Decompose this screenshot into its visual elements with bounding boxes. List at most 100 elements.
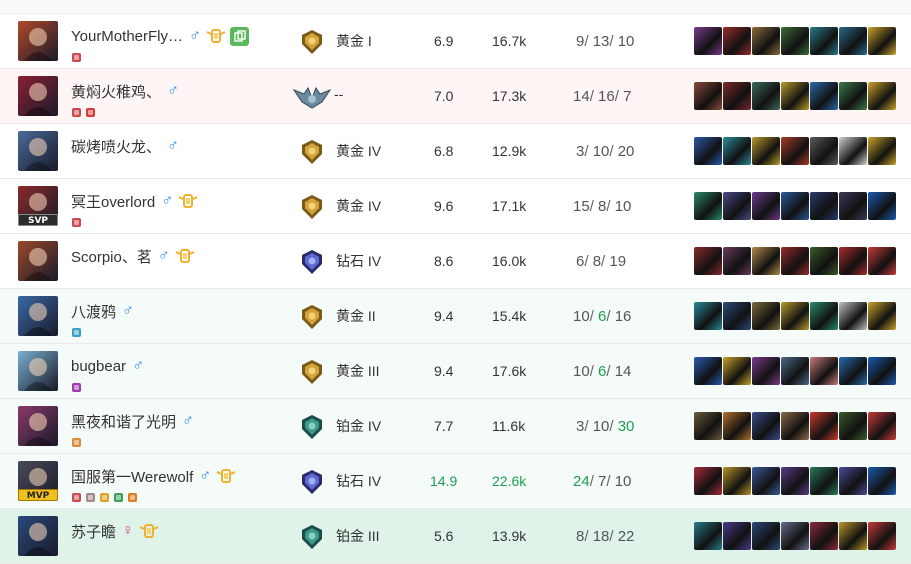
player-row[interactable]: 八渡鸦 ♂ 黄金 II 9.4 15.4k 10/ 6/ 16 xyxy=(0,289,911,344)
item-slot[interactable] xyxy=(723,27,751,55)
player-row[interactable]: YourMotherFly… ♂ 黄金 I 6.9 16.7k 9/ 13/ 10 xyxy=(0,14,911,69)
item-slot[interactable] xyxy=(781,467,809,495)
item-slot[interactable] xyxy=(810,27,838,55)
item-slot[interactable] xyxy=(781,137,809,165)
item-slot[interactable] xyxy=(781,302,809,330)
item-slot[interactable] xyxy=(694,357,722,385)
item-slot[interactable] xyxy=(723,357,751,385)
item-slot[interactable] xyxy=(752,357,780,385)
item-slot[interactable] xyxy=(868,357,896,385)
item-slot[interactable] xyxy=(694,467,722,495)
item-slot[interactable] xyxy=(781,82,809,110)
item-slot[interactable] xyxy=(839,82,867,110)
item-slot[interactable] xyxy=(781,357,809,385)
item-slot[interactable] xyxy=(781,412,809,440)
player-name[interactable]: 八渡鸦 xyxy=(71,301,116,322)
player-name[interactable]: 黑夜和谐了光明 xyxy=(71,411,176,432)
player-name[interactable]: 碳烤喷火龙、 xyxy=(71,136,161,157)
player-row[interactable]: SVP 冥王overlord ♂ 黄金 IV 9.6 17.1k 15/ 8/ 10 xyxy=(0,179,911,234)
item-slot[interactable] xyxy=(752,302,780,330)
item-slot[interactable] xyxy=(839,137,867,165)
item-slot[interactable] xyxy=(723,247,751,275)
item-slot[interactable] xyxy=(868,247,896,275)
item-slot[interactable] xyxy=(839,27,867,55)
item-slot[interactable] xyxy=(752,137,780,165)
item-slot[interactable] xyxy=(810,247,838,275)
item-slot[interactable] xyxy=(723,302,751,330)
player-row[interactable]: bugbear ♂ 黄金 III 9.4 17.6k 10/ 6/ 14 xyxy=(0,344,911,399)
item-slot[interactable] xyxy=(810,357,838,385)
item-slot[interactable] xyxy=(781,27,809,55)
item-slot[interactable] xyxy=(810,302,838,330)
item-slot[interactable] xyxy=(781,522,809,550)
player-name[interactable]: YourMotherFly… xyxy=(71,28,183,45)
honor-icon xyxy=(206,28,226,45)
item-slot[interactable] xyxy=(810,522,838,550)
player-row[interactable]: 黑夜和谐了光明 ♂ 铂金 IV 7.7 11.6k 3/ 10/ 30 xyxy=(0,399,911,454)
player-name[interactable]: Scorpio、茗 xyxy=(71,246,152,267)
item-slot[interactable] xyxy=(694,247,722,275)
player-row[interactable]: Scorpio、茗 ♂ 钻石 IV 8.6 16.0k 6/ 8/ 19 xyxy=(0,234,911,289)
item-slot[interactable] xyxy=(723,522,751,550)
player-name[interactable]: 冥王overlord xyxy=(71,191,155,212)
item-slot[interactable] xyxy=(752,247,780,275)
item-slot[interactable] xyxy=(694,137,722,165)
item-slot[interactable] xyxy=(810,467,838,495)
item-slot[interactable] xyxy=(723,137,751,165)
item-slot[interactable] xyxy=(752,522,780,550)
item-slot[interactable] xyxy=(810,82,838,110)
damage-value: 13.9k xyxy=(492,528,527,544)
player-name[interactable]: 黄焖火稚鸡、 xyxy=(71,81,161,102)
item-slot[interactable] xyxy=(868,467,896,495)
item-slot[interactable] xyxy=(694,412,722,440)
item-slot[interactable] xyxy=(694,302,722,330)
item-slot[interactable] xyxy=(839,192,867,220)
item-slot[interactable] xyxy=(839,302,867,330)
item-slot[interactable] xyxy=(839,467,867,495)
item-slot[interactable] xyxy=(752,412,780,440)
item-slot[interactable] xyxy=(694,192,722,220)
kda-deaths: 16 xyxy=(598,88,615,105)
item-slot[interactable] xyxy=(839,247,867,275)
item-slot[interactable] xyxy=(694,82,722,110)
item-slot[interactable] xyxy=(723,467,751,495)
player-row[interactable]: 苏子瞻 ♀ 铂金 III 5.6 13.9k 8/ 18/ 22 xyxy=(0,509,911,564)
item-slot[interactable] xyxy=(723,192,751,220)
item-slot[interactable] xyxy=(868,137,896,165)
item-slot[interactable] xyxy=(810,137,838,165)
item-slot[interactable] xyxy=(868,522,896,550)
rank-label: 钻石 IV xyxy=(336,253,382,269)
player-name[interactable]: 国服第一Werewolf xyxy=(71,466,193,487)
item-slot[interactable] xyxy=(868,192,896,220)
item-slot[interactable] xyxy=(868,82,896,110)
item-slot[interactable] xyxy=(781,247,809,275)
item-slot[interactable] xyxy=(752,467,780,495)
item-slot[interactable] xyxy=(868,27,896,55)
item-slot[interactable] xyxy=(839,357,867,385)
item-slot[interactable] xyxy=(752,82,780,110)
item-slot[interactable] xyxy=(694,27,722,55)
item-slot[interactable] xyxy=(752,192,780,220)
item-slot[interactable] xyxy=(868,302,896,330)
item-slot[interactable] xyxy=(810,192,838,220)
item-slot[interactable] xyxy=(723,82,751,110)
item-slot[interactable] xyxy=(694,522,722,550)
kda-value: 6/ 8/ 19 xyxy=(576,253,626,270)
kda-separator: / xyxy=(584,143,593,160)
player-row[interactable]: 碳烤喷火龙、 ♂ 黄金 IV 6.8 12.9k 3/ 10/ 20 xyxy=(0,124,911,179)
player-row[interactable]: 黄焖火稚鸡、 ♂ -- 7.0 17.3k 14/ 16/ 7 xyxy=(0,69,911,124)
item-slot[interactable] xyxy=(723,412,751,440)
item-slot[interactable] xyxy=(839,412,867,440)
item-slot[interactable] xyxy=(868,412,896,440)
player-name[interactable]: bugbear xyxy=(71,358,126,375)
item-slot[interactable] xyxy=(752,27,780,55)
item-slot[interactable] xyxy=(839,522,867,550)
kda-separator: / xyxy=(609,528,618,545)
player-name[interactable]: 苏子瞻 xyxy=(71,521,116,542)
champion-avatar xyxy=(18,241,58,281)
item-slot[interactable] xyxy=(810,412,838,440)
kda-assists: 22 xyxy=(617,528,635,545)
player-row[interactable]: MVP 国服第一Werewolf ♂ 钻石 IV 14.9 22.6k 24/ 7/ 10 xyxy=(0,454,911,509)
item-slot[interactable] xyxy=(781,192,809,220)
copy-name-button[interactable] xyxy=(230,26,249,46)
